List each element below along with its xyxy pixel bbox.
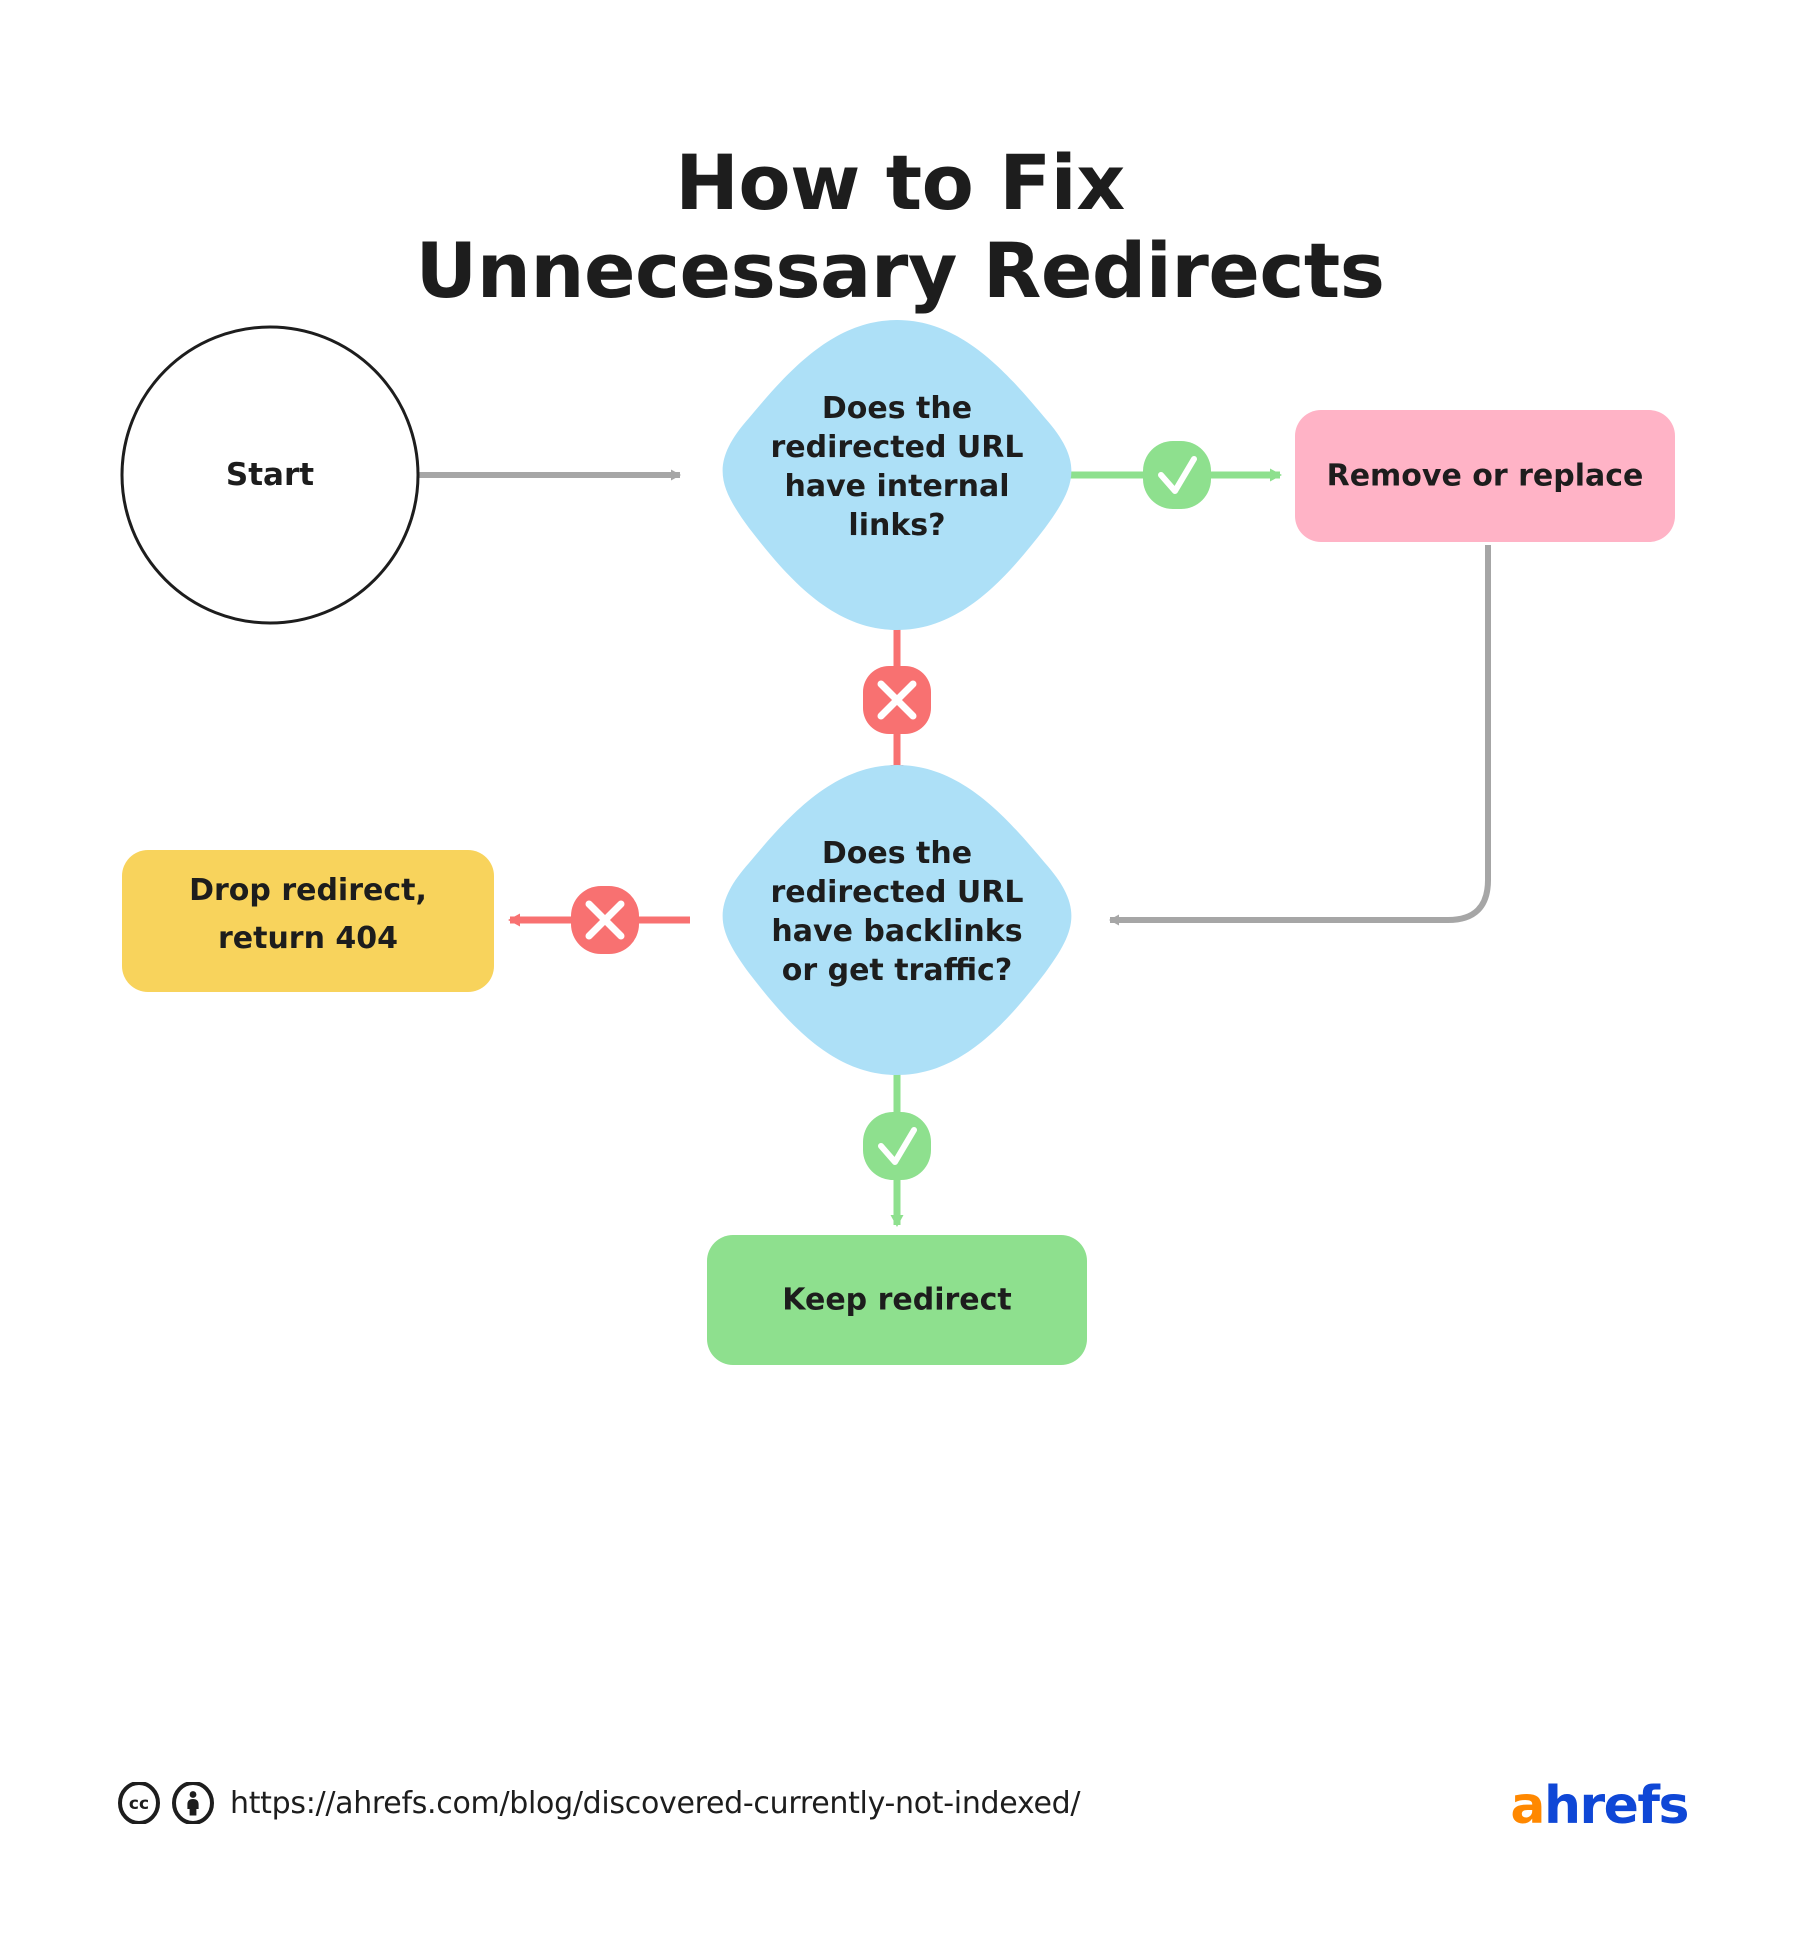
check-icon — [1143, 441, 1211, 509]
cc-icon: cc — [118, 1782, 160, 1824]
node-keep-redirect[interactable]: Keep redirect — [707, 1235, 1087, 1365]
creative-commons-badges: cc — [118, 1782, 214, 1824]
decision1-label-line-4: links? — [848, 508, 945, 543]
edge-badge-cross-internal-links — [863, 666, 931, 734]
node-drop-redirect[interactable]: Drop redirect, return 404 — [122, 850, 494, 992]
footer-license-and-url: cc https://ahrefs.com/blog/discovered-cu… — [118, 1782, 1080, 1824]
decision1-label-line-1: Does the — [822, 391, 972, 426]
node-decision-internal-links[interactable]: Does the redirected URL have internal li… — [722, 320, 1072, 630]
page-title: How to Fix Unnecessary Redirects — [0, 137, 1800, 315]
decision2-label-line-3: have backlinks — [771, 914, 1022, 949]
check-icon — [863, 1112, 931, 1180]
drop-redirect-label-line-2: return 404 — [218, 921, 398, 956]
edge-badge-check-internal-links — [1143, 441, 1211, 509]
decision2-label-line-2: redirected URL — [770, 875, 1023, 910]
ahrefs-logo-hrefs: hrefs — [1543, 1776, 1690, 1836]
svg-text:cc: cc — [129, 1794, 149, 1814]
node-start[interactable]: Start — [120, 325, 420, 625]
node-remove-or-replace[interactable]: Remove or replace — [1295, 410, 1675, 542]
source-url[interactable]: https://ahrefs.com/blog/discovered-curre… — [230, 1786, 1080, 1821]
decision2-label-line-1: Does the — [822, 836, 972, 871]
drop-redirect-label-line-1: Drop redirect, — [189, 873, 427, 908]
node-decision-backlinks-traffic[interactable]: Does the redirected URL have backlinks o… — [722, 765, 1072, 1075]
edge-badge-check-backlinks — [863, 1112, 931, 1180]
keep-redirect-label: Keep redirect — [782, 1283, 1012, 1318]
start-label: Start — [226, 457, 314, 493]
decision2-label-line-4: or get traffic? — [782, 953, 1012, 988]
remove-or-replace-label: Remove or replace — [1327, 459, 1644, 494]
flowchart: Start Does the redirected URL have inter… — [0, 300, 1800, 1700]
edge-remove-to-decision2 — [1109, 545, 1491, 926]
decision1-label-line-2: redirected URL — [770, 430, 1023, 465]
cc-by-person-icon — [172, 1782, 214, 1824]
decision1-label-line-3: have internal — [785, 469, 1010, 504]
footer: cc https://ahrefs.com/blog/discovered-cu… — [0, 1770, 1800, 1890]
ahrefs-logo-a: a — [1510, 1776, 1545, 1836]
edge-badge-cross-backlinks — [571, 886, 639, 954]
infographic-page: How to Fix Unnecessary Redirects Start D… — [0, 0, 1800, 1960]
page-title-line-1: How to Fix — [675, 137, 1125, 227]
ahrefs-logo[interactable]: ahrefs — [1510, 1780, 1689, 1832]
